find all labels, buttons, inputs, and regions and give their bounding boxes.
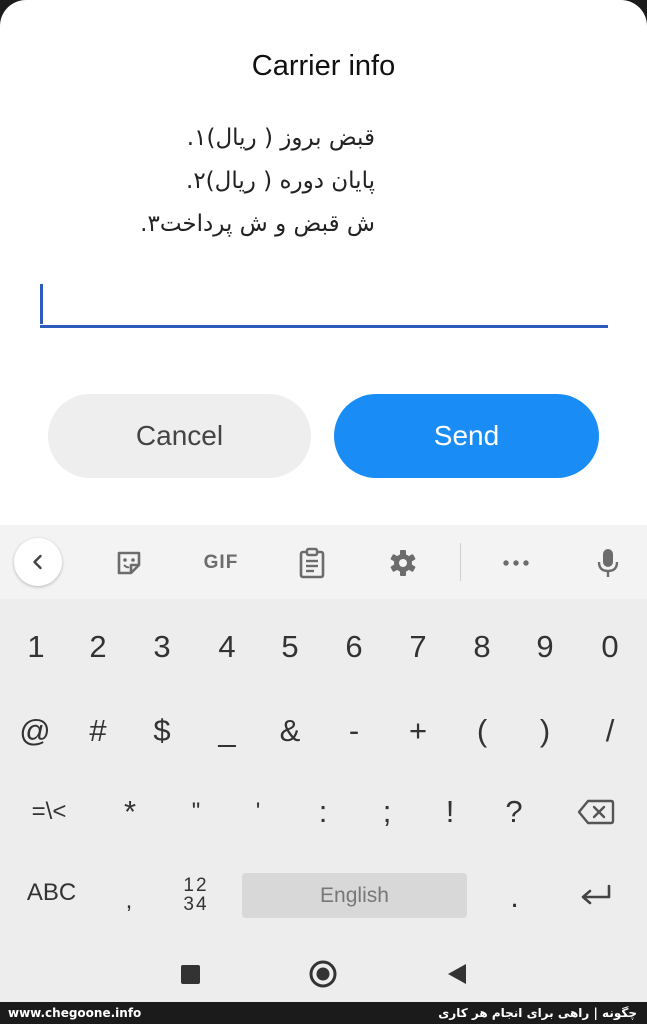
gear-icon[interactable] <box>380 540 426 586</box>
gif-button[interactable]: GIF <box>195 540 247 586</box>
footer-tagline: چگونه | راهی برای انجام هر کاری <box>438 1006 637 1020</box>
reply-input[interactable] <box>40 280 608 328</box>
key-double-quote[interactable]: " <box>166 792 226 832</box>
key-underscore[interactable]: _ <box>197 711 257 751</box>
microphone-icon[interactable] <box>585 540 631 586</box>
key-right-paren[interactable]: ) <box>515 711 575 751</box>
carrier-info-dialog: Carrier info قبض بروز ( ریال)۱. پایان دو… <box>0 0 647 525</box>
key-7[interactable]: 7 <box>388 627 448 667</box>
key-semicolon[interactable]: ; <box>357 792 417 832</box>
send-button[interactable]: Send <box>334 394 599 478</box>
message-text: قبض بروز ( ریال)۱. پایان دوره ( ریال)۲. … <box>70 117 375 246</box>
more-horizontal-icon[interactable] <box>493 540 539 586</box>
key-2[interactable]: 2 <box>68 627 128 667</box>
toolbar-divider <box>460 543 461 581</box>
key-question[interactable]: ? <box>484 792 544 832</box>
key-3[interactable]: 3 <box>132 627 192 667</box>
backspace-icon[interactable] <box>566 792 626 832</box>
numpad-key-bottom: 34 <box>183 894 209 915</box>
dialog-title: Carrier info <box>251 50 396 82</box>
key-comma[interactable]: , <box>104 881 154 921</box>
key-colon[interactable]: : <box>293 792 353 832</box>
message-line-3: ش قبض و ش پرداخت۳. <box>140 211 375 237</box>
clipboard-icon[interactable] <box>289 540 335 586</box>
key-5[interactable]: 5 <box>260 627 320 667</box>
numpad-key[interactable]: 12 34 <box>164 871 228 919</box>
key-ampersand[interactable]: & <box>260 711 320 751</box>
key-hash[interactable]: # <box>68 711 128 751</box>
abc-key[interactable]: ABC <box>14 873 89 913</box>
chevron-left-icon[interactable] <box>14 538 62 586</box>
cancel-button[interactable]: Cancel <box>48 394 311 478</box>
key-left-paren[interactable]: ( <box>452 711 512 751</box>
circle-icon[interactable] <box>303 946 343 1002</box>
space-key[interactable]: English <box>242 873 467 918</box>
message-line-1: قبض بروز ( ریال)۱. <box>186 125 375 151</box>
key-8[interactable]: 8 <box>452 627 512 667</box>
key-dollar[interactable]: $ <box>132 711 192 751</box>
square-icon[interactable] <box>170 946 210 1002</box>
triangle-back-icon[interactable] <box>437 946 477 1002</box>
key-single-quote[interactable]: ' <box>228 792 288 832</box>
key-exclamation[interactable]: ! <box>420 792 480 832</box>
watermark-footer: www.chegoone.info چگونه | راهی برای انجا… <box>0 1002 647 1024</box>
numpad-key-top: 12 <box>183 875 209 896</box>
key-more-symbols[interactable]: =\< <box>14 792 84 832</box>
key-at[interactable]: @ <box>5 711 65 751</box>
key-slash[interactable]: / <box>580 711 640 751</box>
enter-icon[interactable] <box>566 875 626 915</box>
sticker-icon[interactable] <box>106 540 152 586</box>
key-period[interactable]: . <box>492 877 537 917</box>
key-asterisk[interactable]: * <box>100 792 160 832</box>
key-1[interactable]: 1 <box>6 627 66 667</box>
key-plus[interactable]: + <box>388 711 448 751</box>
key-minus[interactable]: - <box>324 711 384 751</box>
keyboard: GIF 1 2 3 4 5 6 7 8 9 0 @ # $ _ & - + ( … <box>0 525 647 946</box>
key-6[interactable]: 6 <box>324 627 384 667</box>
text-cursor <box>40 284 43 324</box>
keyboard-toolbar: GIF <box>0 525 647 599</box>
system-navigation-bar <box>0 946 647 1002</box>
key-0[interactable]: 0 <box>580 627 640 667</box>
message-line-2: پایان دوره ( ریال)۲. <box>186 168 375 194</box>
footer-url: www.chegoone.info <box>8 1006 142 1020</box>
key-9[interactable]: 9 <box>515 627 575 667</box>
key-4[interactable]: 4 <box>197 627 257 667</box>
